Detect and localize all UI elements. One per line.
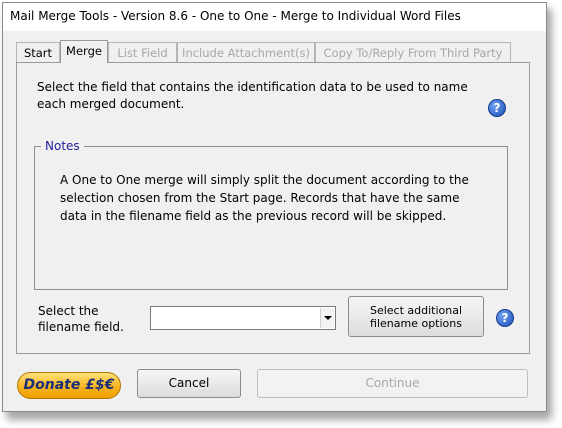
filename-field-combobox[interactable]	[150, 306, 336, 330]
cancel-button[interactable]: Cancel	[137, 369, 241, 398]
window-title: Mail Merge Tools - Version 8.6 - One to …	[10, 9, 461, 23]
tab-start[interactable]: Start	[16, 42, 60, 62]
title-bar: Mail Merge Tools - Version 8.6 - One to …	[3, 3, 546, 31]
tab-include-attachments[interactable]: Include Attachment(s)	[177, 42, 315, 62]
dialog-window: Mail Merge Tools - Version 8.6 - One to …	[2, 2, 547, 412]
tab-list-field[interactable]: List Field	[108, 42, 177, 62]
help-icon[interactable]: ?	[488, 99, 506, 117]
filename-field-label: Select the filename field.	[38, 304, 124, 334]
continue-button[interactable]: Continue	[257, 369, 528, 398]
tab-copy-to-reply-from-third-party[interactable]: Copy To/Reply From Third Party	[315, 42, 511, 62]
notes-text: A One to One merge will simply split the…	[60, 173, 469, 223]
chevron-down-icon[interactable]	[320, 308, 334, 328]
tab-merge[interactable]: Merge	[60, 40, 108, 63]
merge-panel: Select the field that contains the ident…	[16, 62, 530, 354]
filename-help-icon[interactable]: ?	[496, 309, 514, 327]
notes-legend: Notes	[41, 138, 84, 154]
additional-filename-options-button[interactable]: Select additional filename options	[348, 296, 484, 337]
donate-button[interactable]: Donate £$€	[17, 372, 121, 399]
instruction-text: Select the field that contains the ident…	[37, 80, 468, 111]
notes-groupbox: Notes A One to One merge will simply spl…	[34, 138, 508, 290]
